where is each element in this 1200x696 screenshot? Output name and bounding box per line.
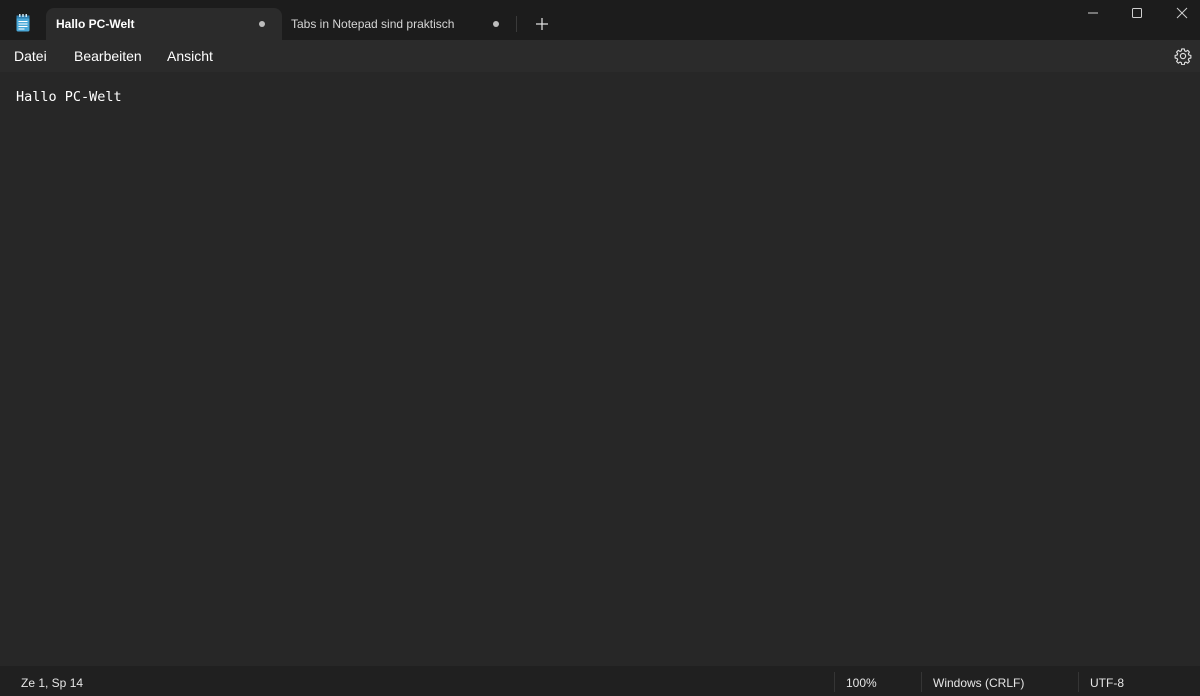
close-button[interactable] bbox=[1160, 0, 1200, 26]
menu-bar: Datei Bearbeiten Ansicht bbox=[0, 40, 1200, 72]
maximize-icon bbox=[1132, 8, 1142, 18]
status-divider bbox=[834, 672, 835, 692]
status-divider bbox=[921, 672, 922, 692]
unsaved-indicator-icon[interactable] bbox=[259, 21, 265, 27]
line-ending[interactable]: Windows (CRLF) bbox=[933, 676, 1024, 690]
maximize-button[interactable] bbox=[1115, 0, 1161, 26]
tab-tabs-in-notepad[interactable]: Tabs in Notepad sind praktisch bbox=[282, 8, 516, 40]
close-icon bbox=[1176, 7, 1188, 19]
menu-edit[interactable]: Bearbeiten bbox=[74, 48, 142, 65]
zoom-level[interactable]: 100% bbox=[846, 676, 877, 690]
tab-label: Tabs in Notepad sind praktisch bbox=[291, 17, 455, 31]
gear-icon[interactable] bbox=[1174, 47, 1192, 66]
new-tab-button[interactable] bbox=[530, 12, 554, 36]
menu-file[interactable]: Datei bbox=[14, 48, 47, 65]
menu-view[interactable]: Ansicht bbox=[167, 48, 213, 65]
status-divider bbox=[1078, 672, 1079, 692]
unsaved-indicator-icon[interactable] bbox=[493, 21, 499, 27]
minimize-icon bbox=[1088, 12, 1098, 14]
tab-divider bbox=[516, 16, 517, 32]
plus-icon bbox=[536, 18, 548, 30]
notepad-icon bbox=[16, 14, 30, 32]
encoding[interactable]: UTF-8 bbox=[1090, 676, 1124, 690]
cursor-position[interactable]: Ze 1, Sp 14 bbox=[21, 676, 83, 690]
notepad-window: Hallo PC-Welt Tabs in Notepad sind prakt… bbox=[0, 0, 1200, 696]
status-bar: Ze 1, Sp 14 100% Windows (CRLF) UTF-8 bbox=[0, 666, 1200, 696]
tab-hallo-pc-welt[interactable]: Hallo PC-Welt bbox=[46, 8, 282, 40]
text-editor[interactable]: Hallo PC-Welt bbox=[0, 72, 1200, 666]
title-bar[interactable]: Hallo PC-Welt Tabs in Notepad sind prakt… bbox=[0, 0, 1200, 40]
editor-content[interactable]: Hallo PC-Welt bbox=[16, 89, 122, 106]
minimize-button[interactable] bbox=[1071, 0, 1117, 26]
tab-label: Hallo PC-Welt bbox=[56, 17, 135, 31]
